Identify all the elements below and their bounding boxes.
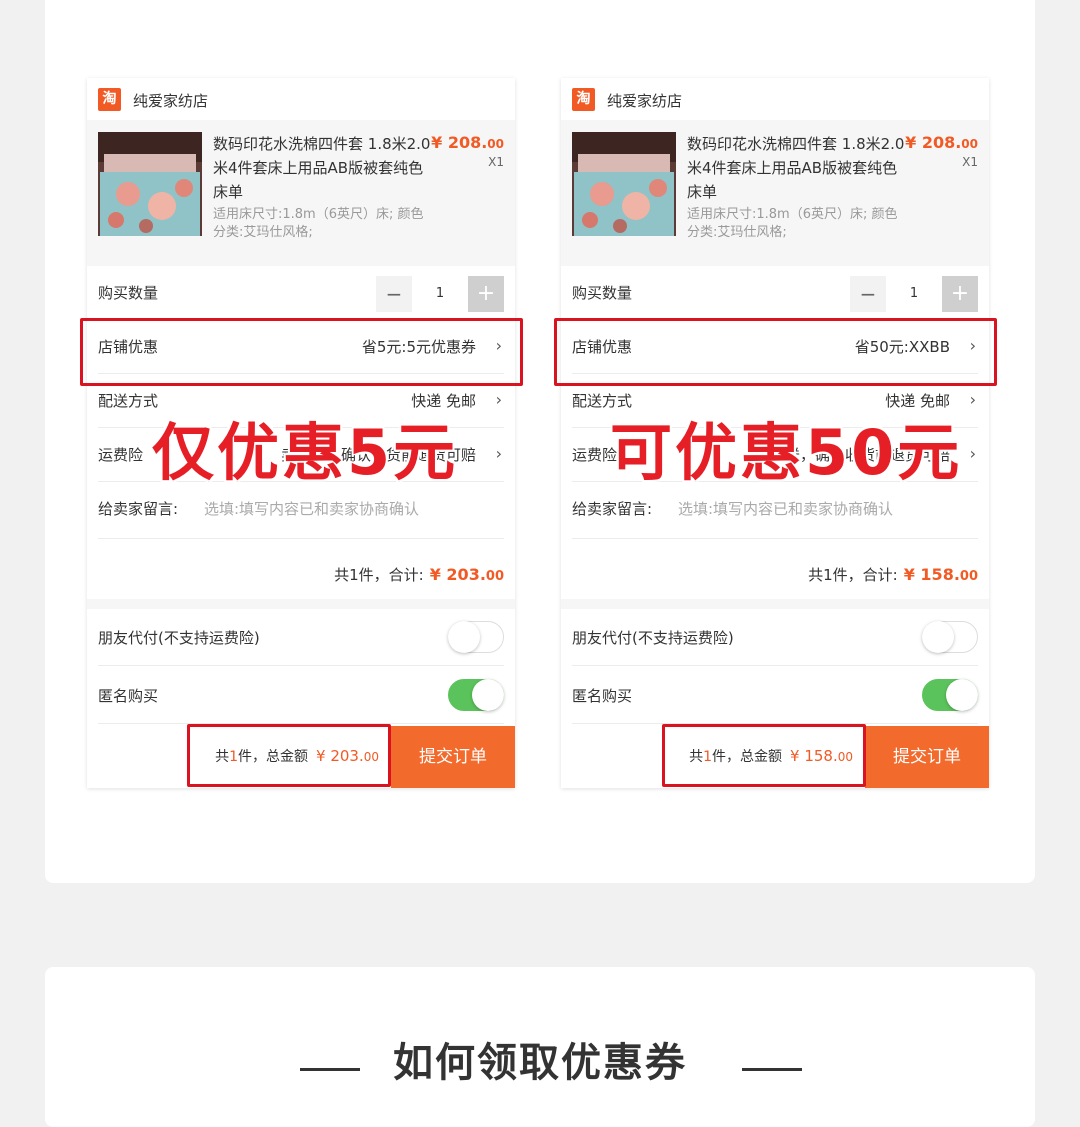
subtotal-decimal: 00 [959,569,978,584]
anonymous-toggle[interactable] [922,679,978,711]
anonymous-row: 匿名购买 [572,667,978,724]
currency-symbol: ¥ [429,565,447,584]
subtotal-integer: 158. [920,565,960,584]
toggle-knob [946,679,978,711]
price-integer: 208. [921,133,962,152]
subtotal-label: 共1件，合计: [808,566,898,584]
product-thumbnail[interactable] [572,132,676,236]
quantity-value[interactable]: 1 [412,276,468,312]
product-qty: X1 [962,155,978,169]
title-rule-right [742,1068,802,1071]
product-price: ¥ 208.00 [905,133,978,152]
product-thumbnail[interactable] [98,132,202,236]
shop-header: 淘 纯爱家纺店 [87,78,515,120]
toggle-knob [448,621,480,653]
quantity-value[interactable]: 1 [886,276,942,312]
subtotal-label: 共1件，合计: [334,566,424,584]
section-title: 如何领取优惠券 [393,1040,687,1086]
minus-button[interactable]: − [850,276,886,312]
submit-order-button[interactable]: 提交订单 [391,726,515,788]
options-section: 朋友代付(不支持运费险) 匿名购买 [561,609,989,726]
anonymous-row: 匿名购买 [98,667,504,724]
highlight-box-total-right [662,724,866,787]
subtotal-decimal: 00 [485,569,504,584]
subtotal-integer: 203. [446,565,486,584]
submit-order-button[interactable]: 提交订单 [865,726,989,788]
highlight-box-discount-right [554,318,997,386]
overlay-caption-left: 仅优惠5元 [152,416,459,489]
subtotal-amount: ¥ 203.00 [430,565,504,584]
product-qty: X1 [488,155,504,169]
currency-symbol: ¥ [905,133,922,152]
message-label: 给卖家留言: [98,500,179,518]
price-integer: 208. [447,133,488,152]
toggle-knob [472,679,504,711]
quantity-label: 购买数量 [572,284,633,302]
subtotal-line: 共1件，合计: ¥ 158.00 [808,564,978,585]
subtotal-line: 共1件，合计: ¥ 203.00 [334,564,504,585]
product-spec: 适用床尺寸:1.8m（6英尺）床; 颜色分类:艾玛仕风格; [213,207,424,240]
product-price: ¥ 208.00 [431,133,504,152]
anonymous-label: 匿名购买 [572,687,633,705]
product-title: 数码印花水洗棉四件套 1.8米2.0米4件套床上用品AB版被套纯色床单 [213,135,431,201]
price-decimal: 00 [961,137,978,151]
friend-pay-toggle[interactable] [448,621,504,653]
shop-name[interactable]: 纯爱家纺店 [607,90,682,111]
friend-pay-toggle[interactable] [922,621,978,653]
quantity-row: 购买数量 − 1 + [572,266,978,320]
product-spec: 适用床尺寸:1.8m（6英尺）床; 颜色分类:艾玛仕风格; [687,207,898,240]
anonymous-label: 匿名购买 [98,687,159,705]
chevron-right-icon: › [969,390,976,409]
overlay-caption-right: 可优惠50元 [610,416,963,489]
message-input[interactable]: 选填:填写内容已和卖家协商确认 [678,498,893,519]
message-input[interactable]: 选填:填写内容已和卖家协商确认 [204,498,419,519]
friend-pay-row: 朋友代付(不支持运费险) [572,609,978,666]
insurance-label: 运费险 [98,446,144,464]
highlight-box-discount-left [80,318,523,386]
quantity-stepper: − 1 + [376,276,504,312]
shop-header: 淘 纯爱家纺店 [561,78,989,120]
product-title: 数码印花水洗棉四件套 1.8米2.0米4件套床上用品AB版被套纯色床单 [687,135,905,201]
subtotal-amount: ¥ 158.00 [904,565,978,584]
options-section: 朋友代付(不支持运费险) 匿名购买 [87,609,515,726]
price-decimal: 00 [487,137,504,151]
message-label: 给卖家留言: [572,500,653,518]
toggle-knob [922,621,954,653]
plus-button[interactable]: + [468,276,504,312]
chevron-right-icon: › [969,444,976,463]
currency-symbol: ¥ [903,565,921,584]
anonymous-toggle[interactable] [448,679,504,711]
chevron-right-icon: › [495,390,502,409]
taobao-icon: 淘 [98,88,121,111]
plus-button[interactable]: + [942,276,978,312]
friend-pay-label: 朋友代付(不支持运费险) [98,629,260,647]
friend-pay-row: 朋友代付(不支持运费险) [98,609,504,666]
quantity-stepper: − 1 + [850,276,978,312]
quantity-row: 购买数量 − 1 + [98,266,504,320]
delivery-label: 配送方式 [98,392,159,410]
taobao-icon: 淘 [572,88,595,111]
shop-name[interactable]: 纯爱家纺店 [133,90,208,111]
minus-button[interactable]: − [376,276,412,312]
highlight-box-total-left [187,724,391,787]
currency-symbol: ¥ [431,133,448,152]
quantity-label: 购买数量 [98,284,159,302]
chevron-right-icon: › [495,444,502,463]
friend-pay-label: 朋友代付(不支持运费险) [572,629,734,647]
